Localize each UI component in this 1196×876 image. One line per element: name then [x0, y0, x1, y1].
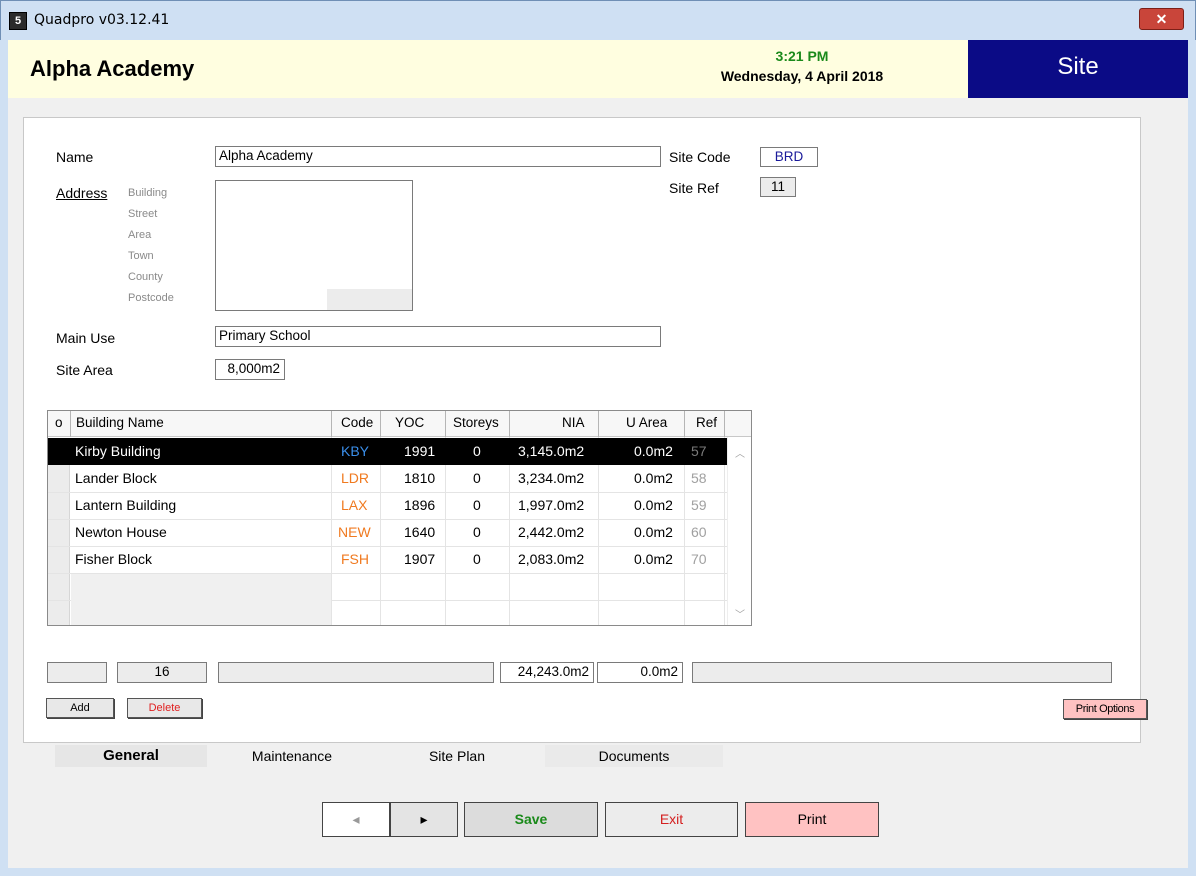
cell-yoc: 1640: [404, 524, 436, 540]
cell-yoc: 1907: [404, 551, 436, 567]
cell-nia: 2,442.0m2: [518, 524, 585, 540]
cell-storeys: 0: [473, 551, 481, 567]
address-label[interactable]: Address: [56, 185, 107, 201]
buildings-table: o Building Name Code YOC Storeys NIA U A…: [47, 410, 752, 626]
cell-code: NEW: [338, 524, 371, 540]
scroll-down-icon[interactable]: ﹀: [735, 606, 745, 621]
nia-total-field: 24,243.0m2: [500, 662, 594, 683]
address-area-label: Area: [128, 229, 152, 241]
tab-documents[interactable]: Documents: [545, 745, 723, 767]
cell-nia: 3,145.0m2: [518, 443, 585, 459]
column-header-nia[interactable]: NIA: [562, 415, 585, 430]
site-code-label: Site Code: [669, 149, 731, 165]
header-bar: Alpha Academy 3:21 PM Wednesday, 4 April…: [8, 40, 1188, 98]
totals-notes-field: [692, 662, 1112, 683]
scroll-up-icon[interactable]: ︿: [735, 445, 745, 460]
cell-building-name: Lantern Building: [75, 497, 177, 513]
cell-ref: 57: [691, 443, 707, 459]
column-header-storeys[interactable]: Storeys: [453, 415, 499, 430]
cell-code: FSH: [341, 551, 369, 567]
cell-ref: 59: [691, 497, 707, 513]
cell-nia: 3,234.0m2: [518, 470, 585, 486]
uarea-total-field: 0.0m2: [597, 662, 683, 683]
tab-site-plan[interactable]: Site Plan: [377, 745, 537, 767]
address-street-label: Street: [128, 208, 158, 220]
cell-storeys: 0: [473, 443, 481, 459]
column-header-code[interactable]: Code: [341, 415, 373, 430]
clock-time: 3:21 PM: [775, 48, 829, 64]
window-titlebar: 5 Quadpro v03.12.41 ✕: [0, 0, 1196, 40]
cell-building-name: Lander Block: [75, 470, 157, 486]
site-ref-label: Site Ref: [669, 180, 719, 196]
cell-u-area: 0.0m2: [634, 443, 673, 459]
exit-button[interactable]: Exit: [605, 802, 738, 837]
name-label: Name: [56, 149, 94, 165]
table-row[interactable]: Fisher Block FSH 1907 0 2,083.0m2 0.0m2 …: [48, 546, 728, 573]
column-header-yoc[interactable]: YOC: [395, 415, 424, 430]
section-badge: Site: [968, 40, 1188, 98]
table-row[interactable]: Lantern Building LAX 1896 0 1,997.0m2 0.…: [48, 492, 728, 519]
cell-ref: 60: [691, 524, 707, 540]
clock-date: Wednesday, 4 April 2018: [720, 68, 884, 84]
cell-storeys: 0: [473, 497, 481, 513]
previous-record-button[interactable]: ◂: [322, 802, 390, 837]
totals-spacer-field: [218, 662, 494, 683]
cell-building-name: Fisher Block: [75, 551, 153, 567]
totals-blank-field: [47, 662, 107, 683]
postcode-field[interactable]: [327, 289, 412, 310]
address-county-label: County: [128, 271, 163, 283]
page-title: Alpha Academy: [30, 56, 195, 81]
column-header-o[interactable]: o: [55, 415, 63, 430]
cell-ref: 58: [691, 470, 707, 486]
main-use-field[interactable]: Primary School: [215, 326, 661, 347]
cell-yoc: 1896: [404, 497, 436, 513]
cell-code: LAX: [341, 497, 368, 513]
cell-u-area: 0.0m2: [634, 551, 673, 567]
cell-building-name: Kirby Building: [75, 443, 161, 459]
cell-u-area: 0.0m2: [634, 470, 673, 486]
cell-nia: 1,997.0m2: [518, 497, 585, 513]
site-area-field[interactable]: 8,000m2: [215, 359, 285, 380]
save-button[interactable]: Save: [464, 802, 598, 837]
cell-yoc: 1991: [404, 443, 436, 459]
empty-row-area: [71, 574, 331, 625]
table-scrollbar[interactable]: ︿ ﹀: [727, 437, 751, 625]
cell-yoc: 1810: [404, 470, 436, 486]
site-area-label: Site Area: [56, 362, 113, 378]
column-header-building-name[interactable]: Building Name: [76, 415, 164, 430]
tab-maintenance[interactable]: Maintenance: [207, 745, 377, 767]
table-row[interactable]: Lander Block LDR 1810 0 3,234.0m2 0.0m2 …: [48, 465, 728, 492]
cell-u-area: 0.0m2: [634, 497, 673, 513]
cell-code: KBY: [341, 443, 370, 459]
print-options-button[interactable]: Print Options: [1063, 699, 1147, 719]
main-use-label: Main Use: [56, 330, 116, 346]
site-ref-field: 11: [760, 177, 796, 197]
cell-ref: 70: [691, 551, 707, 567]
table-row[interactable]: Kirby Building KBY 1991 0 3,145.0m2 0.0m…: [48, 438, 728, 465]
cell-nia: 2,083.0m2: [518, 551, 585, 567]
app-icon: 5: [9, 12, 27, 30]
address-postcode-label: Postcode: [128, 292, 174, 304]
print-button[interactable]: Print: [745, 802, 879, 837]
cell-building-name: Newton House: [75, 524, 167, 540]
cell-u-area: 0.0m2: [634, 524, 673, 540]
close-icon[interactable]: ✕: [1139, 8, 1184, 30]
building-count-field: 16: [117, 662, 207, 683]
table-header: o Building Name Code YOC Storeys NIA U A…: [48, 411, 751, 437]
column-header-u-area[interactable]: U Area: [626, 415, 667, 430]
cell-code: LDR: [341, 470, 370, 486]
cell-storeys: 0: [473, 470, 481, 486]
tab-general[interactable]: General: [55, 745, 207, 767]
site-code-field[interactable]: BRD: [760, 147, 818, 167]
add-button[interactable]: Add: [46, 698, 114, 718]
address-building-label: Building: [128, 187, 168, 199]
column-header-ref[interactable]: Ref: [696, 415, 717, 430]
next-record-button[interactable]: ▸: [390, 802, 458, 837]
window-title: Quadpro v03.12.41: [34, 12, 170, 28]
address-town-label: Town: [128, 250, 154, 262]
cell-storeys: 0: [473, 524, 481, 540]
delete-button[interactable]: Delete: [127, 698, 202, 718]
name-field[interactable]: Alpha Academy: [215, 146, 661, 167]
table-row[interactable]: Newton House NEW 1640 0 2,442.0m2 0.0m2 …: [48, 519, 728, 546]
